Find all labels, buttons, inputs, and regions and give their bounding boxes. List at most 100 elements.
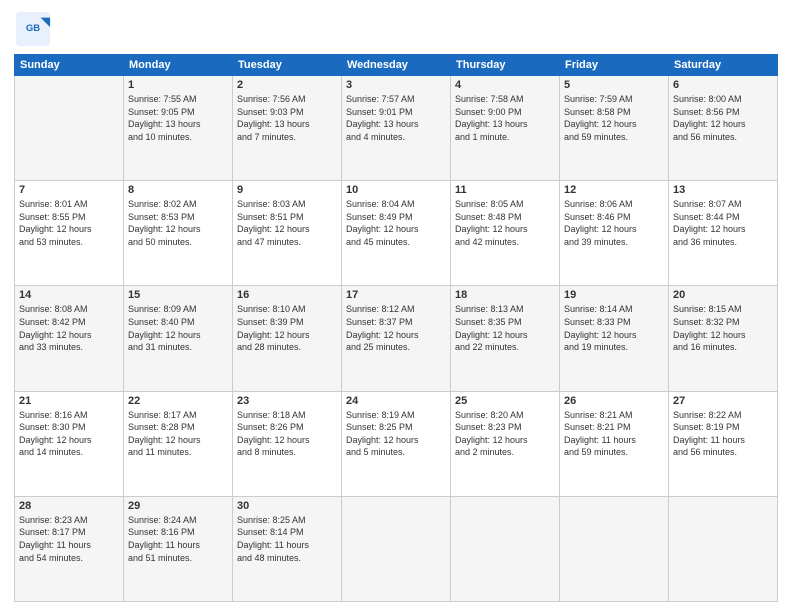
day-number: 8: [128, 184, 228, 196]
calendar-table: SundayMondayTuesdayWednesdayThursdayFrid…: [14, 54, 778, 602]
weekday-header-thursday: Thursday: [451, 55, 560, 76]
calendar-cell: [669, 496, 778, 601]
calendar-cell: 8 Sunrise: 8:02 AM Sunset: 8:53 PM Daylig…: [124, 181, 233, 286]
logo-icon: GB: [14, 10, 52, 48]
day-info: Sunrise: 8:19 AM Sunset: 8:25 PM Dayligh…: [346, 409, 446, 459]
calendar-cell: 26 Sunrise: 8:21 AM Sunset: 8:21 PM Dayli…: [560, 391, 669, 496]
calendar-cell: [451, 496, 560, 601]
day-number: 30: [237, 500, 337, 512]
calendar-cell: 6 Sunrise: 8:00 AM Sunset: 8:56 PM Daylig…: [669, 76, 778, 181]
day-number: 11: [455, 184, 555, 196]
day-number: 4: [455, 79, 555, 91]
day-number: 7: [19, 184, 119, 196]
weekday-header-monday: Monday: [124, 55, 233, 76]
day-info: Sunrise: 8:09 AM Sunset: 8:40 PM Dayligh…: [128, 303, 228, 353]
calendar-cell: 28Sunrise: 8:23 AM Sunset: 8:17 PM Dayli…: [15, 496, 124, 601]
calendar-cell: 11 Sunrise: 8:05 AM Sunset: 8:48 PM Dayli…: [451, 181, 560, 286]
day-info: Sunrise: 8:03 AM Sunset: 8:51 PM Dayligh…: [237, 198, 337, 248]
day-number: 13: [673, 184, 773, 196]
calendar-week-3: 14 Sunrise: 8:08 AM Sunset: 8:42 PM Dayli…: [15, 286, 778, 391]
page: GB SundayMondayTuesdayWednesdayThursdayF…: [0, 0, 792, 612]
calendar-cell: 1 Sunrise: 7:55 AM Sunset: 9:05 PM Daylig…: [124, 76, 233, 181]
calendar-cell: 27 Sunrise: 8:22 AM Sunset: 8:19 PM Dayli…: [669, 391, 778, 496]
day-number: 22: [128, 395, 228, 407]
svg-text:GB: GB: [26, 23, 40, 34]
day-info: Sunrise: 7:55 AM Sunset: 9:05 PM Dayligh…: [128, 93, 228, 143]
day-info: Sunrise: 8:13 AM Sunset: 8:35 PM Dayligh…: [455, 303, 555, 353]
calendar-cell: 19 Sunrise: 8:14 AM Sunset: 8:33 PM Dayli…: [560, 286, 669, 391]
day-info: Sunrise: 8:12 AM Sunset: 8:37 PM Dayligh…: [346, 303, 446, 353]
day-number: 17: [346, 289, 446, 301]
day-number: 2: [237, 79, 337, 91]
header: GB: [14, 10, 778, 48]
weekday-header-row: SundayMondayTuesdayWednesdayThursdayFrid…: [15, 55, 778, 76]
day-number: 27: [673, 395, 773, 407]
day-number: 15: [128, 289, 228, 301]
day-info: Sunrise: 8:25 AM Sunset: 8:14 PM Dayligh…: [237, 514, 337, 564]
day-info: Sunrise: 8:16 AM Sunset: 8:30 PM Dayligh…: [19, 409, 119, 459]
day-number: 28: [19, 500, 119, 512]
weekday-header-wednesday: Wednesday: [342, 55, 451, 76]
day-info: Sunrise: 7:59 AM Sunset: 8:58 PM Dayligh…: [564, 93, 664, 143]
day-info: Sunrise: 8:00 AM Sunset: 8:56 PM Dayligh…: [673, 93, 773, 143]
calendar-cell: 5 Sunrise: 7:59 AM Sunset: 8:58 PM Daylig…: [560, 76, 669, 181]
day-number: 19: [564, 289, 664, 301]
weekday-header-saturday: Saturday: [669, 55, 778, 76]
day-info: Sunrise: 8:07 AM Sunset: 8:44 PM Dayligh…: [673, 198, 773, 248]
calendar-cell: 2 Sunrise: 7:56 AM Sunset: 9:03 PM Daylig…: [233, 76, 342, 181]
calendar-cell: 23Sunrise: 8:18 AM Sunset: 8:26 PM Dayli…: [233, 391, 342, 496]
calendar-cell: 16 Sunrise: 8:10 AM Sunset: 8:39 PM Dayli…: [233, 286, 342, 391]
weekday-header-friday: Friday: [560, 55, 669, 76]
day-info: Sunrise: 8:21 AM Sunset: 8:21 PM Dayligh…: [564, 409, 664, 459]
day-info: Sunrise: 8:22 AM Sunset: 8:19 PM Dayligh…: [673, 409, 773, 459]
calendar-cell: 10 Sunrise: 8:04 AM Sunset: 8:49 PM Dayli…: [342, 181, 451, 286]
day-info: Sunrise: 7:56 AM Sunset: 9:03 PM Dayligh…: [237, 93, 337, 143]
calendar-cell: 13 Sunrise: 8:07 AM Sunset: 8:44 PM Dayli…: [669, 181, 778, 286]
calendar-cell: 15 Sunrise: 8:09 AM Sunset: 8:40 PM Dayli…: [124, 286, 233, 391]
day-number: 24: [346, 395, 446, 407]
day-number: 10: [346, 184, 446, 196]
logo: GB: [14, 10, 56, 48]
calendar-cell: [560, 496, 669, 601]
day-number: 21: [19, 395, 119, 407]
calendar-cell: 9 Sunrise: 8:03 AM Sunset: 8:51 PM Daylig…: [233, 181, 342, 286]
day-info: Sunrise: 8:04 AM Sunset: 8:49 PM Dayligh…: [346, 198, 446, 248]
day-number: 1: [128, 79, 228, 91]
day-number: 9: [237, 184, 337, 196]
weekday-header-sunday: Sunday: [15, 55, 124, 76]
day-number: 5: [564, 79, 664, 91]
day-number: 14: [19, 289, 119, 301]
day-info: Sunrise: 8:01 AM Sunset: 8:55 PM Dayligh…: [19, 198, 119, 248]
calendar-cell: 18Sunrise: 8:13 AM Sunset: 8:35 PM Dayli…: [451, 286, 560, 391]
day-number: 26: [564, 395, 664, 407]
day-number: 20: [673, 289, 773, 301]
calendar-cell: [342, 496, 451, 601]
day-info: Sunrise: 8:10 AM Sunset: 8:39 PM Dayligh…: [237, 303, 337, 353]
calendar-cell: 17 Sunrise: 8:12 AM Sunset: 8:37 PM Dayli…: [342, 286, 451, 391]
day-info: Sunrise: 8:02 AM Sunset: 8:53 PM Dayligh…: [128, 198, 228, 248]
day-info: Sunrise: 7:57 AM Sunset: 9:01 PM Dayligh…: [346, 93, 446, 143]
day-info: Sunrise: 8:24 AM Sunset: 8:16 PM Dayligh…: [128, 514, 228, 564]
day-number: 12: [564, 184, 664, 196]
day-number: 29: [128, 500, 228, 512]
calendar-cell: 3 Sunrise: 7:57 AM Sunset: 9:01 PM Daylig…: [342, 76, 451, 181]
day-info: Sunrise: 8:14 AM Sunset: 8:33 PM Dayligh…: [564, 303, 664, 353]
day-number: 16: [237, 289, 337, 301]
day-number: 6: [673, 79, 773, 91]
weekday-header-tuesday: Tuesday: [233, 55, 342, 76]
day-info: Sunrise: 8:20 AM Sunset: 8:23 PM Dayligh…: [455, 409, 555, 459]
calendar-cell: 25Sunrise: 8:20 AM Sunset: 8:23 PM Dayli…: [451, 391, 560, 496]
calendar-cell: 30 Sunrise: 8:25 AM Sunset: 8:14 PM Dayli…: [233, 496, 342, 601]
day-info: Sunrise: 8:08 AM Sunset: 8:42 PM Dayligh…: [19, 303, 119, 353]
calendar-cell: 29 Sunrise: 8:24 AM Sunset: 8:16 PM Dayli…: [124, 496, 233, 601]
calendar-week-4: 21 Sunrise: 8:16 AM Sunset: 8:30 PM Dayli…: [15, 391, 778, 496]
calendar-cell: 12Sunrise: 8:06 AM Sunset: 8:46 PM Dayli…: [560, 181, 669, 286]
calendar-cell: 21 Sunrise: 8:16 AM Sunset: 8:30 PM Dayli…: [15, 391, 124, 496]
day-info: Sunrise: 8:17 AM Sunset: 8:28 PM Dayligh…: [128, 409, 228, 459]
day-number: 3: [346, 79, 446, 91]
calendar-cell: 4Sunrise: 7:58 AM Sunset: 9:00 PM Daylig…: [451, 76, 560, 181]
day-info: Sunrise: 8:18 AM Sunset: 8:26 PM Dayligh…: [237, 409, 337, 459]
day-info: Sunrise: 8:05 AM Sunset: 8:48 PM Dayligh…: [455, 198, 555, 248]
calendar-week-1: 1 Sunrise: 7:55 AM Sunset: 9:05 PM Daylig…: [15, 76, 778, 181]
calendar-cell: 7 Sunrise: 8:01 AM Sunset: 8:55 PM Daylig…: [15, 181, 124, 286]
